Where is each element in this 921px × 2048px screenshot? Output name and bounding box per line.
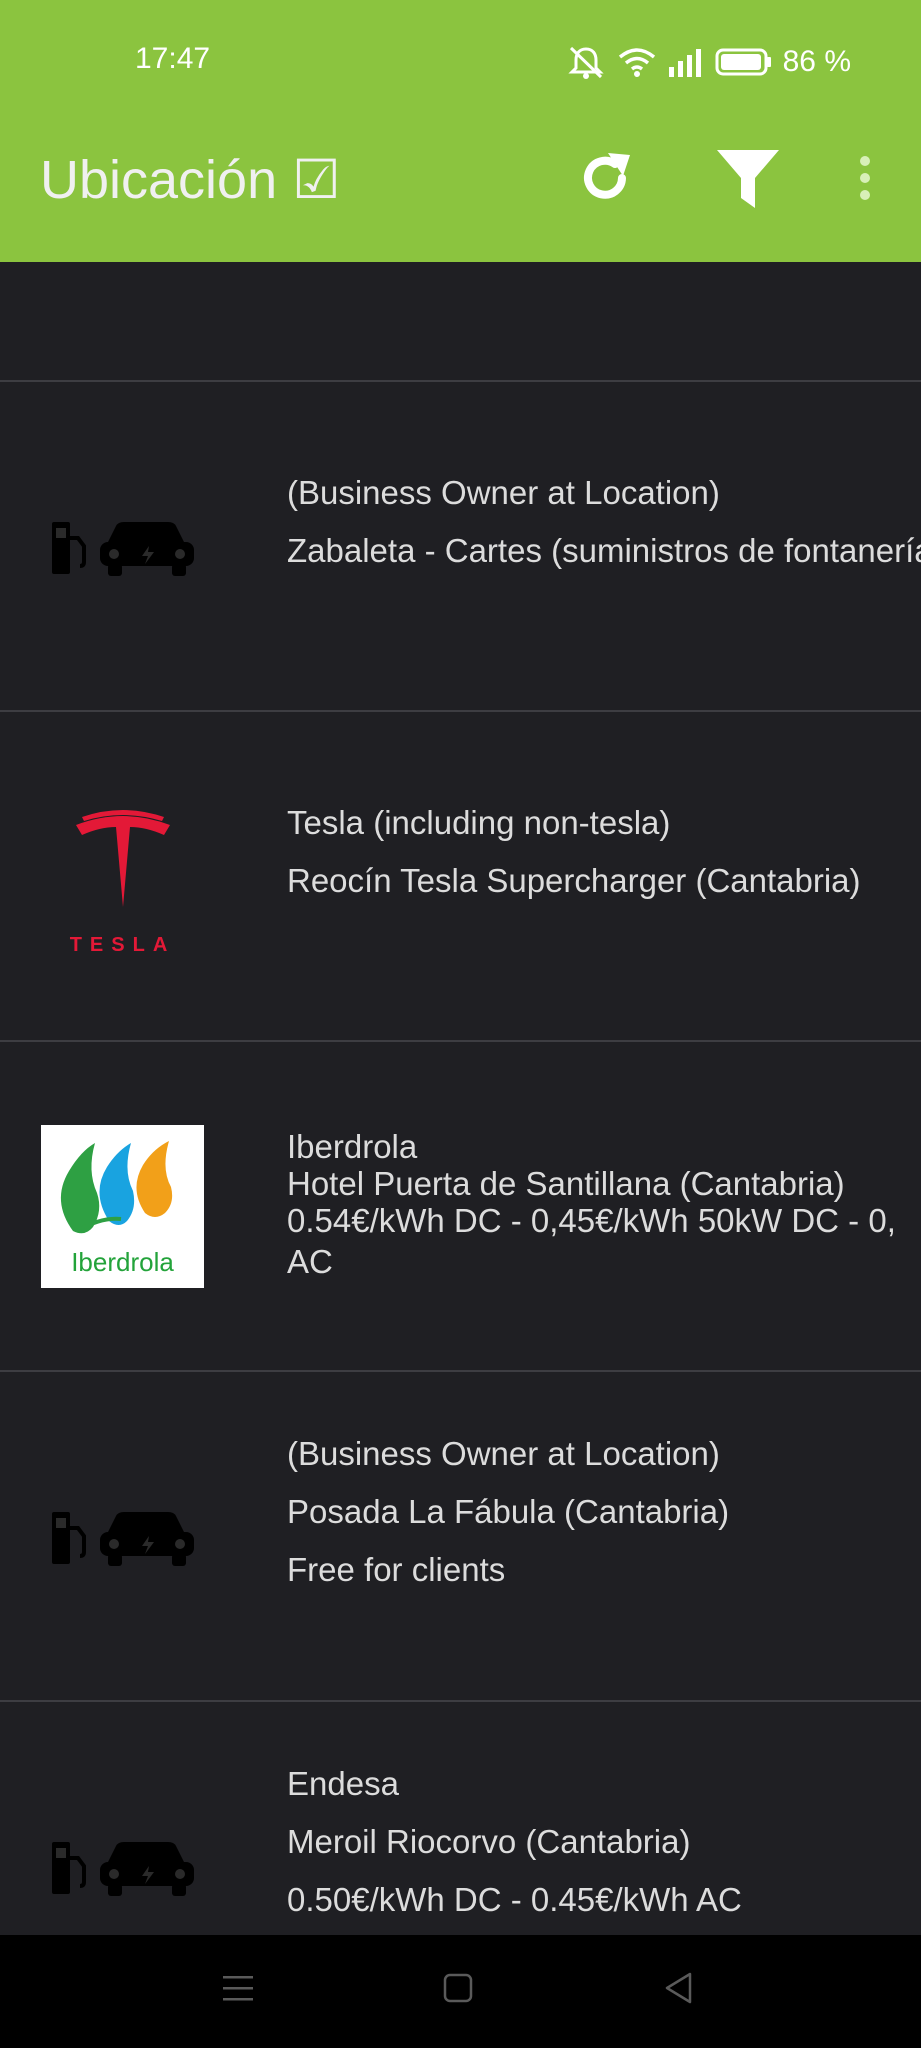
list-item-line: Posada La Fábula (Cantabria) <box>287 1493 730 1530</box>
menu-icon <box>221 1972 255 2009</box>
filter-icon <box>715 146 781 217</box>
list-item[interactable]: (Business Owner at Location) Posada La F… <box>0 1372 921 1700</box>
list-item-line: (Business Owner at Location) <box>287 1435 720 1472</box>
back-button[interactable] <box>648 1965 708 2015</box>
list-item-line: Iberdrola <box>287 1128 418 1165</box>
list-item-line: Tesla (including non-tesla) <box>287 804 671 841</box>
iberdrola-logo-text: Iberdrola <box>71 1247 174 1277</box>
list-item-line: 0.50€/kWh DC - 0.45€/kWh AC <box>287 1881 742 1918</box>
tesla-logo-text: TESLA <box>69 934 176 956</box>
list-item-text: Endesa Meroil Riocorvo (Cantabria) 0.50€… <box>287 1755 921 1929</box>
list-item[interactable]: TESLA Tesla (including non-tesla) Reocín… <box>0 712 921 1040</box>
list-item-line: Reocín Tesla Supercharger (Cantabria) <box>287 862 861 899</box>
more-vert-icon <box>858 155 872 206</box>
system-nav-bar <box>0 1935 921 2048</box>
list-item-line: Free for clients <box>287 1551 506 1588</box>
refresh-button[interactable] <box>570 145 640 215</box>
square-icon <box>442 1972 474 2009</box>
list-item-text: Tesla (including non-tesla) Reocín Tesla… <box>287 794 921 910</box>
list-item-line: Endesa <box>287 1765 399 1802</box>
signal-icon <box>667 47 705 77</box>
battery-percent: 86 % <box>782 45 851 78</box>
list-item-text: (Business Owner at Location) Zabaleta - … <box>287 464 921 580</box>
page-title: Ubicación ☑ <box>40 150 341 210</box>
list-item-line: Hotel Puerta de Santillana (Cantabria) <box>287 1165 845 1202</box>
list-item-line: (Business Owner at Location) <box>287 474 720 511</box>
ev-charging-car-icon <box>40 1454 205 1619</box>
more-options-button[interactable] <box>845 150 885 210</box>
ev-charging-car-icon <box>40 1784 205 1935</box>
back-triangle-icon <box>662 1971 694 2010</box>
mute-icon <box>565 44 607 80</box>
battery-icon <box>715 47 773 77</box>
ev-charging-car-icon <box>40 464 205 629</box>
location-list: (Business Owner at Location) Zabaleta - … <box>0 262 921 1935</box>
list-item-line: Zabaleta - Cartes (suministros de fontan… <box>287 532 921 569</box>
wifi-icon <box>617 45 657 79</box>
list-item[interactable]: Endesa Meroil Riocorvo (Cantabria) 0.50€… <box>0 1702 921 1935</box>
recents-button[interactable] <box>208 1965 268 2015</box>
status-icons: 86 % <box>565 42 851 82</box>
list-item-line: Meroil Riocorvo (Cantabria) <box>287 1823 691 1860</box>
iberdrola-logo: Iberdrola <box>40 1124 205 1289</box>
list-item[interactable]: Iberdrola Iberdrola Hotel Puerta de Sant… <box>0 1042 921 1370</box>
status-bar: 17:47 86 % <box>0 0 921 120</box>
list-item-line: AC <box>287 1243 333 1280</box>
status-time: 17:47 <box>135 42 211 75</box>
list-item[interactable]: (Business Owner at Location) Zabaleta - … <box>0 382 921 710</box>
filter-button[interactable] <box>710 145 786 217</box>
list-item-text: (Business Owner at Location) Posada La F… <box>287 1425 921 1599</box>
list-item-text: Iberdrola Hotel Puerta de Santillana (Ca… <box>287 1128 921 1280</box>
app-toolbar: 17:47 86 % Ubicación ☑ <box>0 0 921 262</box>
refresh-icon <box>574 147 636 214</box>
home-button[interactable] <box>428 1965 488 2015</box>
list-item-line: 0.54€/kWh DC - 0,45€/kWh 50kW DC - 0, <box>287 1202 896 1239</box>
